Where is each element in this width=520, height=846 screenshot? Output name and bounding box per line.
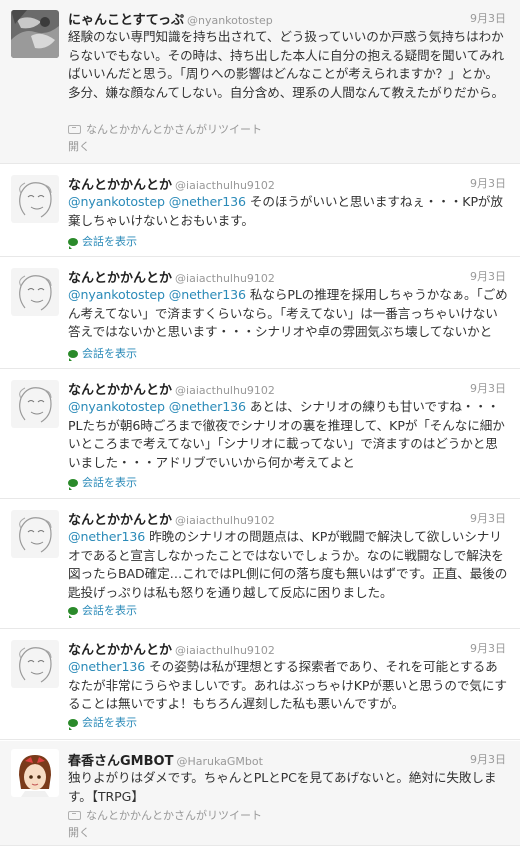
avatar[interactable] bbox=[11, 380, 59, 428]
tweet-date[interactable]: 9月3日 bbox=[470, 10, 506, 26]
show-conversation-link[interactable]: 会話を表示 bbox=[68, 345, 137, 361]
retweet-info: なんとかかんとかさんがリツイート bbox=[68, 807, 262, 823]
tweet-text: @nether136 昨晩のシナリオの問題点は、KPが戦闘で解決して欲しいシナリ… bbox=[68, 528, 508, 602]
user-handle[interactable]: @iaiacthulhu9102 bbox=[175, 272, 275, 285]
mention-link[interactable]: @nyankotostep @nether136 bbox=[68, 399, 246, 414]
avatar[interactable] bbox=[11, 10, 59, 58]
open-link[interactable]: 開く bbox=[68, 824, 90, 840]
user-name[interactable]: 春香さんGMBOT bbox=[68, 754, 173, 769]
open-link[interactable]: 開く bbox=[68, 138, 90, 154]
user-handle[interactable]: @HarukaGMbot bbox=[176, 755, 262, 768]
avatar[interactable] bbox=[11, 640, 59, 688]
tweet[interactable]: なんとかかんとか @iaiacthulhu9102 9月3日 @nyankotos… bbox=[0, 258, 520, 369]
user-name[interactable]: なんとかかんとか bbox=[68, 271, 172, 286]
user-name[interactable]: にゃんことすてっぷ bbox=[68, 13, 184, 28]
tweet-date[interactable]: 9月3日 bbox=[470, 175, 506, 191]
timeline: にゃんことすてっぷ @nyankotostep 9月3日 経験のない専門知識を持ち… bbox=[0, 0, 520, 846]
tweet-text: 経験のない専門知識を持ち出されて、どう扱っていいのか戸惑う気持ちはわからないでも… bbox=[68, 29, 505, 100]
user-handle[interactable]: @nyankotostep bbox=[187, 14, 273, 27]
user-name[interactable]: なんとかかんとか bbox=[68, 643, 172, 658]
conversation-label[interactable]: 会話を表示 bbox=[82, 716, 137, 729]
mention-link[interactable]: @nyankotostep @nether136 bbox=[68, 287, 246, 302]
avatar[interactable] bbox=[11, 175, 59, 223]
tweet-text: @nyankotostep @nether136 そのほうがいいと思いますねぇ・… bbox=[68, 193, 508, 230]
tweet-text: @nyankotostep @nether136 私ならPLの推理を採用しちゃう… bbox=[68, 286, 508, 342]
tweet[interactable]: なんとかかんとか @iaiacthulhu9102 9月3日 @nether136… bbox=[0, 500, 520, 629]
conversation-icon bbox=[68, 479, 78, 490]
tweet[interactable]: 春香さんGMBOT @HarukaGMbot 9月3日 独りよがりはダメです。ちゃ… bbox=[0, 741, 520, 846]
retweet-label: なんとかかんとかさんがリツイート bbox=[86, 123, 262, 136]
conversation-icon bbox=[68, 607, 78, 618]
tweet-text: @nether136 その姿勢は私が理想とする探索者であり、それを可能とするあな… bbox=[68, 658, 508, 714]
mention-link[interactable]: @nyankotostep @nether136 bbox=[68, 194, 246, 209]
tweet-date[interactable]: 9月3日 bbox=[470, 510, 506, 526]
conversation-label[interactable]: 会話を表示 bbox=[82, 347, 137, 360]
tweet-date[interactable]: 9月3日 bbox=[470, 268, 506, 284]
user-handle[interactable]: @iaiacthulhu9102 bbox=[175, 179, 275, 192]
conversation-label[interactable]: 会話を表示 bbox=[82, 476, 137, 489]
user-name[interactable]: なんとかかんとか bbox=[68, 513, 172, 528]
tweet[interactable]: なんとかかんとか @iaiacthulhu9102 9月3日 @nyankotos… bbox=[0, 370, 520, 499]
user-handle[interactable]: @iaiacthulhu9102 bbox=[175, 644, 275, 657]
tweet-text: 独りよがりはダメです。ちゃんとPLとPCを見てあげないと。絶対に失敗します。【T… bbox=[68, 770, 497, 804]
retweet-info: なんとかかんとかさんがリツイート bbox=[68, 121, 262, 137]
retweet-icon bbox=[68, 811, 81, 820]
show-conversation-link[interactable]: 会話を表示 bbox=[68, 602, 137, 618]
tweet-date[interactable]: 9月3日 bbox=[470, 380, 506, 396]
retweet-label: なんとかかんとかさんがリツイート bbox=[86, 809, 262, 822]
avatar[interactable] bbox=[11, 268, 59, 316]
tweet-date[interactable]: 9月3日 bbox=[470, 640, 506, 656]
tweet[interactable]: なんとかかんとか @iaiacthulhu9102 9月3日 @nyankotos… bbox=[0, 165, 520, 257]
user-handle[interactable]: @iaiacthulhu9102 bbox=[175, 384, 275, 397]
conversation-icon bbox=[68, 350, 78, 361]
conversation-icon bbox=[68, 719, 78, 730]
user-name[interactable]: なんとかかんとか bbox=[68, 178, 172, 193]
tweet-text: @nyankotostep @nether136 あとは、シナリオの練りも甘いで… bbox=[68, 398, 508, 472]
tweet[interactable]: にゃんことすてっぷ @nyankotostep 9月3日 経験のない専門知識を持ち… bbox=[0, 0, 520, 164]
conversation-icon bbox=[68, 238, 78, 249]
conversation-label[interactable]: 会話を表示 bbox=[82, 604, 137, 617]
retweet-icon bbox=[68, 125, 81, 134]
mention-link[interactable]: @nether136 bbox=[68, 529, 145, 544]
user-handle[interactable]: @iaiacthulhu9102 bbox=[175, 514, 275, 527]
show-conversation-link[interactable]: 会話を表示 bbox=[68, 714, 137, 730]
show-conversation-link[interactable]: 会話を表示 bbox=[68, 474, 137, 490]
avatar[interactable] bbox=[11, 510, 59, 558]
avatar[interactable] bbox=[11, 749, 59, 797]
user-name[interactable]: なんとかかんとか bbox=[68, 383, 172, 398]
conversation-label[interactable]: 会話を表示 bbox=[82, 235, 137, 248]
show-conversation-link[interactable]: 会話を表示 bbox=[68, 233, 137, 249]
tweet[interactable]: なんとかかんとか @iaiacthulhu9102 9月3日 @nether136… bbox=[0, 630, 520, 740]
tweet-date[interactable]: 9月3日 bbox=[470, 751, 506, 767]
mention-link[interactable]: @nether136 bbox=[68, 659, 145, 674]
